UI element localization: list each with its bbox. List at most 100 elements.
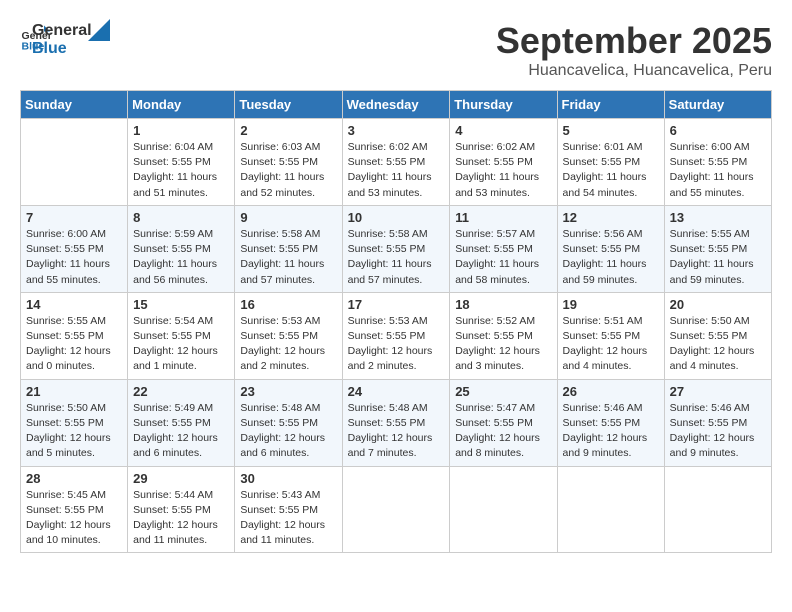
- calendar-body: 1 Sunrise: 6:04 AMSunset: 5:55 PMDaylight…: [21, 119, 772, 553]
- location-title: Huancavelica, Huancavelica, Peru: [496, 62, 772, 80]
- day-info: Sunrise: 5:56 AMSunset: 5:55 PMDaylight:…: [563, 227, 659, 288]
- calendar-cell: 17Sunrise: 5:53 AMSunset: 5:55 PMDayligh…: [342, 292, 450, 379]
- day-number: 22: [133, 384, 229, 399]
- day-number: 7: [26, 210, 122, 225]
- day-number: 5: [563, 123, 659, 138]
- calendar-cell: 9Sunrise: 5:58 AMSunset: 5:55 PMDaylight…: [235, 205, 342, 292]
- day-number: 1: [133, 123, 229, 138]
- day-number: 13: [670, 210, 766, 225]
- calendar-cell: 7Sunrise: 6:00 AMSunset: 5:55 PMDaylight…: [21, 205, 128, 292]
- day-info: Sunrise: 6:03 AMSunset: 5:55 PMDaylight:…: [240, 140, 336, 201]
- day-info: Sunrise: 5:50 AMSunset: 5:55 PMDaylight:…: [26, 401, 122, 462]
- calendar-cell: 22 Sunrise: 5:49 AMSunset: 5:55 PMDayligh…: [128, 379, 235, 466]
- day-number: 20: [670, 297, 766, 312]
- day-info: Sunrise: 5:48 AMSunset: 5:55 PMDaylight:…: [240, 401, 336, 462]
- title-area: September 2025 Huancavelica, Huancavelic…: [496, 20, 772, 80]
- day-info: Sunrise: 5:55 AMSunset: 5:55 PMDaylight:…: [670, 227, 766, 288]
- calendar-cell: [557, 466, 664, 553]
- day-info: Sunrise: 5:44 AMSunset: 5:55 PMDaylight:…: [133, 488, 229, 549]
- day-number: 10: [348, 210, 445, 225]
- calendar-cell: 21 Sunrise: 5:50 AMSunset: 5:55 PMDayligh…: [21, 379, 128, 466]
- day-info: Sunrise: 6:02 AMSunset: 5:55 PMDaylight:…: [455, 140, 551, 201]
- day-info: Sunrise: 6:02 AMSunset: 5:55 PMDaylight:…: [348, 140, 445, 201]
- day-info: Sunrise: 5:50 AMSunset: 5:55 PMDaylight:…: [670, 314, 766, 375]
- day-info: Sunrise: 6:00 AMSunset: 5:55 PMDaylight:…: [670, 140, 766, 201]
- logo: General Blue General Blue: [20, 20, 110, 57]
- calendar-cell: 23 Sunrise: 5:48 AMSunset: 5:55 PMDayligh…: [235, 379, 342, 466]
- day-number: 29: [133, 471, 229, 486]
- day-number: 16: [240, 297, 336, 312]
- calendar-cell: 5 Sunrise: 6:01 AMSunset: 5:55 PMDaylight…: [557, 119, 664, 206]
- day-number: 15: [133, 297, 229, 312]
- day-info: Sunrise: 5:43 AMSunset: 5:55 PMDaylight:…: [240, 488, 336, 549]
- day-number: 18: [455, 297, 551, 312]
- calendar-header-row: SundayMondayTuesdayWednesdayThursdayFrid…: [21, 91, 772, 119]
- day-info: Sunrise: 5:53 AMSunset: 5:55 PMDaylight:…: [348, 314, 445, 375]
- day-header-thursday: Thursday: [450, 91, 557, 119]
- logo-blue: Blue: [32, 40, 92, 58]
- day-number: 2: [240, 123, 336, 138]
- day-header-friday: Friday: [557, 91, 664, 119]
- day-info: Sunrise: 5:47 AMSunset: 5:55 PMDaylight:…: [455, 401, 551, 462]
- calendar-cell: 20 Sunrise: 5:50 AMSunset: 5:55 PMDayligh…: [664, 292, 771, 379]
- calendar-cell: 30 Sunrise: 5:43 AMSunset: 5:55 PMDayligh…: [235, 466, 342, 553]
- calendar-week-row: 21 Sunrise: 5:50 AMSunset: 5:55 PMDayligh…: [21, 379, 772, 466]
- day-number: 8: [133, 210, 229, 225]
- calendar-cell: 18 Sunrise: 5:52 AMSunset: 5:55 PMDayligh…: [450, 292, 557, 379]
- day-info: Sunrise: 6:01 AMSunset: 5:55 PMDaylight:…: [563, 140, 659, 201]
- day-info: Sunrise: 5:57 AMSunset: 5:55 PMDaylight:…: [455, 227, 551, 288]
- calendar-cell: 25 Sunrise: 5:47 AMSunset: 5:55 PMDayligh…: [450, 379, 557, 466]
- day-info: Sunrise: 5:53 AMSunset: 5:55 PMDaylight:…: [240, 314, 336, 375]
- day-header-monday: Monday: [128, 91, 235, 119]
- calendar-cell: [664, 466, 771, 553]
- day-info: Sunrise: 5:48 AMSunset: 5:55 PMDaylight:…: [348, 401, 445, 462]
- day-number: 11: [455, 210, 551, 225]
- calendar-cell: 13 Sunrise: 5:55 AMSunset: 5:55 PMDayligh…: [664, 205, 771, 292]
- day-number: 14: [26, 297, 122, 312]
- day-header-saturday: Saturday: [664, 91, 771, 119]
- calendar-cell: 11 Sunrise: 5:57 AMSunset: 5:55 PMDayligh…: [450, 205, 557, 292]
- calendar-cell: 4 Sunrise: 6:02 AMSunset: 5:55 PMDaylight…: [450, 119, 557, 206]
- day-info: Sunrise: 6:04 AMSunset: 5:55 PMDaylight:…: [133, 140, 229, 201]
- day-number: 24: [348, 384, 445, 399]
- day-info: Sunrise: 5:51 AMSunset: 5:55 PMDaylight:…: [563, 314, 659, 375]
- day-info: Sunrise: 5:46 AMSunset: 5:55 PMDaylight:…: [670, 401, 766, 462]
- calendar-cell: 24 Sunrise: 5:48 AMSunset: 5:55 PMDayligh…: [342, 379, 450, 466]
- calendar-week-row: 28Sunrise: 5:45 AMSunset: 5:55 PMDayligh…: [21, 466, 772, 553]
- day-number: 26: [563, 384, 659, 399]
- calendar-cell: 10 Sunrise: 5:58 AMSunset: 5:55 PMDayligh…: [342, 205, 450, 292]
- calendar-cell: 3Sunrise: 6:02 AMSunset: 5:55 PMDaylight…: [342, 119, 450, 206]
- day-number: 21: [26, 384, 122, 399]
- calendar-cell: 27Sunrise: 5:46 AMSunset: 5:55 PMDayligh…: [664, 379, 771, 466]
- day-info: Sunrise: 5:58 AMSunset: 5:55 PMDaylight:…: [348, 227, 445, 288]
- calendar-cell: [450, 466, 557, 553]
- calendar: SundayMondayTuesdayWednesdayThursdayFrid…: [20, 90, 772, 553]
- calendar-cell: 26Sunrise: 5:46 AMSunset: 5:55 PMDayligh…: [557, 379, 664, 466]
- calendar-cell: 1 Sunrise: 6:04 AMSunset: 5:55 PMDaylight…: [128, 119, 235, 206]
- logo-chevron-icon: [88, 19, 110, 41]
- calendar-cell: 28Sunrise: 5:45 AMSunset: 5:55 PMDayligh…: [21, 466, 128, 553]
- calendar-week-row: 1 Sunrise: 6:04 AMSunset: 5:55 PMDaylight…: [21, 119, 772, 206]
- day-info: Sunrise: 5:59 AMSunset: 5:55 PMDaylight:…: [133, 227, 229, 288]
- day-number: 30: [240, 471, 336, 486]
- day-info: Sunrise: 5:58 AMSunset: 5:55 PMDaylight:…: [240, 227, 336, 288]
- day-number: 19: [563, 297, 659, 312]
- day-info: Sunrise: 5:45 AMSunset: 5:55 PMDaylight:…: [26, 488, 122, 549]
- calendar-cell: [21, 119, 128, 206]
- day-number: 12: [563, 210, 659, 225]
- calendar-cell: 12 Sunrise: 5:56 AMSunset: 5:55 PMDayligh…: [557, 205, 664, 292]
- day-header-tuesday: Tuesday: [235, 91, 342, 119]
- calendar-cell: 8 Sunrise: 5:59 AMSunset: 5:55 PMDaylight…: [128, 205, 235, 292]
- day-header-wednesday: Wednesday: [342, 91, 450, 119]
- day-info: Sunrise: 5:49 AMSunset: 5:55 PMDaylight:…: [133, 401, 229, 462]
- logo-general: General: [32, 22, 92, 40]
- day-header-sunday: Sunday: [21, 91, 128, 119]
- day-number: 6: [670, 123, 766, 138]
- calendar-cell: 14Sunrise: 5:55 AMSunset: 5:55 PMDayligh…: [21, 292, 128, 379]
- day-info: Sunrise: 5:54 AMSunset: 5:55 PMDaylight:…: [133, 314, 229, 375]
- day-number: 23: [240, 384, 336, 399]
- day-number: 4: [455, 123, 551, 138]
- calendar-cell: 29 Sunrise: 5:44 AMSunset: 5:55 PMDayligh…: [128, 466, 235, 553]
- day-number: 25: [455, 384, 551, 399]
- day-info: Sunrise: 5:52 AMSunset: 5:55 PMDaylight:…: [455, 314, 551, 375]
